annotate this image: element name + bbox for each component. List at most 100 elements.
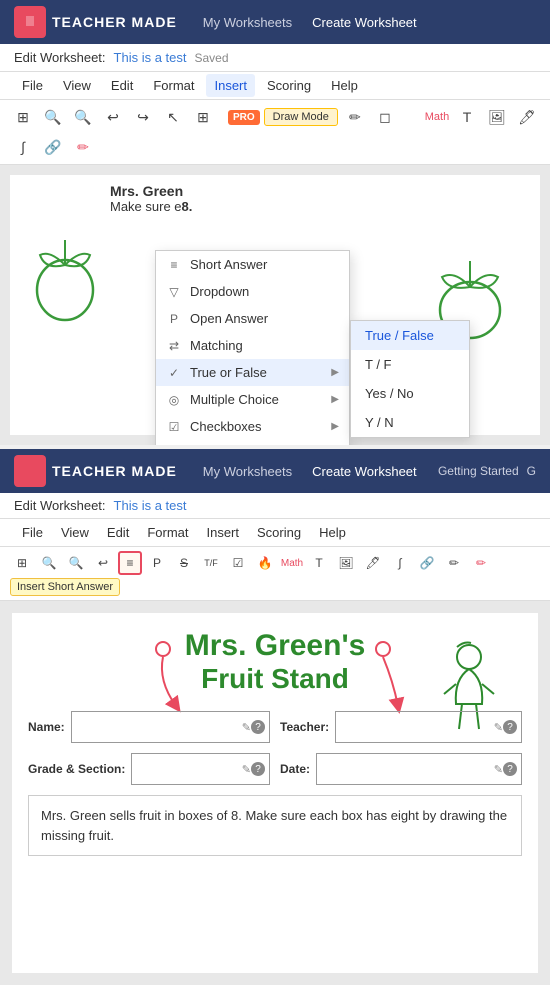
insert-open-answer[interactable]: P Open Answer [156,305,349,332]
zoom-out-icon[interactable]: 🔍 [70,104,96,130]
menu-format[interactable]: Format [145,74,202,97]
bottom-menu-scoring[interactable]: Scoring [249,521,309,544]
instruction-text-box: Mrs. Green sells fruit in boxes of 8. Ma… [28,795,522,856]
nav-extra-link[interactable]: G [527,464,536,478]
canvas-area-top: Mrs. Green Make sure e8. ≡ Short Answer … [0,165,550,445]
grade-help-icon[interactable]: ? [251,762,265,776]
menu-file[interactable]: File [14,74,51,97]
bottom-math-btn[interactable]: Math [280,551,304,575]
insert-tooltip: Insert Short Answer [10,578,120,596]
edit-bar-bottom: Edit Worksheet: This is a test [0,493,550,519]
bottom-navbar: TEACHER MADE My Worksheets Create Worksh… [0,449,550,493]
instruction-text: Mrs. Green sells fruit in boxes of 8. Ma… [41,808,507,843]
teacher-help-icon[interactable]: ? [503,720,517,734]
link-icon[interactable]: 🔗 [40,134,66,160]
menu-help[interactable]: Help [323,74,366,97]
cb-sub-arrow: ▶ [331,421,339,432]
bottom-menu-insert[interactable]: Insert [198,521,247,544]
insert-hot-spot[interactable]: ⊕ Hot Spot [156,440,349,445]
redo-icon[interactable]: ↪ [130,104,156,130]
top-section: TEACHER MADE My Worksheets Create Worksh… [0,0,550,445]
bottom-nav-links: My Worksheets Create Worksheet [203,464,417,479]
insert-dropdown-opt[interactable]: ▽ Dropdown [156,278,349,305]
bottom-undo-icon[interactable]: ↩ [91,551,115,575]
eraser-icon[interactable]: ◻ [372,104,398,130]
bottom-image-btn[interactable]: 🖼 [334,551,358,575]
bottom-tf-btn[interactable]: T/F [199,551,223,575]
undo-icon[interactable]: ↩ [100,104,126,130]
highlight-icon[interactable]: ✏ [70,134,96,160]
menu-edit[interactable]: Edit [103,74,141,97]
date-input[interactable]: ✎ ? [316,753,522,785]
name-help-icon[interactable]: ? [251,720,265,734]
sub-yes-no[interactable]: Yes / No [351,379,469,408]
bottom-text-btn[interactable]: T [307,551,331,575]
dropdown-icon: ▽ [166,285,182,299]
name-label: Name: [28,720,65,734]
checkboxes-label: Checkboxes [190,419,262,434]
bottom-formula-btn[interactable]: ∫ [388,551,412,575]
bottom-strikethrough-btn[interactable]: S [172,551,196,575]
date-help-icon[interactable]: ? [503,762,517,776]
grade-input[interactable]: ✎ ? [131,753,270,785]
checkboxes-icon: ☑ [166,420,182,434]
cursor-icon[interactable]: ↖ [160,104,186,130]
bottom-p-btn[interactable]: P [145,551,169,575]
draw-mode-btn[interactable]: Draw Mode [264,108,338,126]
pro-badge: PRO [228,110,260,125]
menu-scoring[interactable]: Scoring [259,74,319,97]
font-icon[interactable]: T [454,104,480,130]
nav-create-worksheet[interactable]: Create Worksheet [312,15,417,30]
worksheet-title[interactable]: This is a test [114,50,187,65]
bottom-zoom-in-icon[interactable]: 🔍 [37,551,61,575]
logo-icon [14,6,46,38]
sub-y-n[interactable]: Y / N [351,408,469,437]
nav-my-worksheets[interactable]: My Worksheets [203,15,292,30]
insert-matching[interactable]: ⇄ Matching [156,332,349,359]
bottom-monitor-icon[interactable]: ⊞ [10,551,34,575]
paint-icon[interactable]: 🖊 [514,104,540,130]
bottom-short-answer-btn[interactable]: ≡ [118,551,142,575]
insert-short-answer[interactable]: ≡ Short Answer [156,251,349,278]
insert-dropdown: ≡ Short Answer ▽ Dropdown P Open Answer … [155,250,350,445]
sub-t-f[interactable]: T / F [351,350,469,379]
bottom-worksheet-title[interactable]: This is a test [114,498,187,513]
multiple-choice-label: Multiple Choice [190,392,279,407]
bottom-fire-btn[interactable]: 🔥 [253,551,277,575]
true-false-label: True or False [190,365,267,380]
zoom-in-icon[interactable]: 🔍 [40,104,66,130]
insert-true-false[interactable]: ✓ True or False ▶ [156,359,349,386]
menu-bar-top: File View Edit Format Insert Scoring Hel… [0,72,550,100]
sub-true-false[interactable]: True / False [351,321,469,350]
bottom-link-btn[interactable]: 🔗 [415,551,439,575]
teacher-input[interactable]: ✎ ? [335,711,522,743]
monitor-icon[interactable]: ⊞ [10,104,36,130]
bottom-highlight-btn[interactable]: ✏ [469,551,493,575]
bottom-menu-help[interactable]: Help [311,521,354,544]
menu-insert[interactable]: Insert [206,74,255,97]
image-icon[interactable]: 🖼 [484,104,510,130]
bottom-menu-edit[interactable]: Edit [99,521,137,544]
getting-started-link[interactable]: Getting Started [438,464,519,478]
date-edit-icon: ✎ [494,763,503,776]
name-input[interactable]: ✎ ? [71,711,270,743]
bottom-nav-my-worksheets[interactable]: My Worksheets [203,464,292,479]
bottom-paint-btn[interactable]: 🖊 [361,551,385,575]
bottom-nav-create[interactable]: Create Worksheet [312,464,417,479]
menu-view[interactable]: View [55,74,99,97]
draw-icon[interactable]: ✏ [342,104,368,130]
text-btn[interactable]: Math [424,104,450,130]
bottom-menu-file[interactable]: File [14,521,51,544]
bottom-menu-format[interactable]: Format [139,521,196,544]
strawberry-left-icon [30,235,100,330]
bottom-menu-view[interactable]: View [53,521,97,544]
insert-checkboxes[interactable]: ☑ Checkboxes ▶ [156,413,349,440]
bottom-pencil-btn[interactable]: ✏ [442,551,466,575]
bottom-zoom-out-icon[interactable]: 🔍 [64,551,88,575]
edit-bar-top: Edit Worksheet: This is a test Saved [0,44,550,72]
grid-icon[interactable]: ⊞ [190,104,216,130]
nav-links: My Worksheets Create Worksheet [203,15,417,30]
formula-icon[interactable]: ∫ [10,134,36,160]
insert-multiple-choice[interactable]: ◎ Multiple Choice ▶ [156,386,349,413]
bottom-checkbox-btn[interactable]: ☑ [226,551,250,575]
